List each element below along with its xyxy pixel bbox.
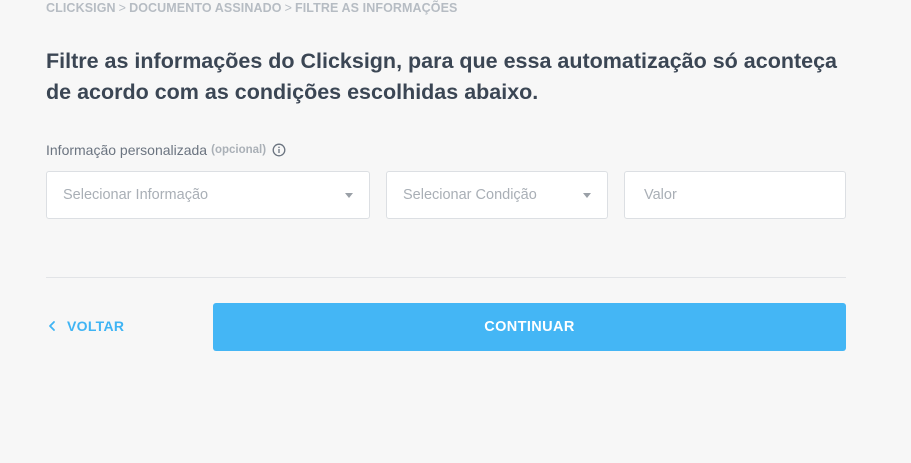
caret-down-icon: [583, 192, 591, 198]
breadcrumb-separator: >: [118, 1, 127, 15]
back-button[interactable]: VOLTAR: [46, 316, 124, 336]
breadcrumb-separator: >: [284, 1, 292, 15]
select-information-placeholder: Selecionar Informação: [63, 187, 209, 203]
filter-page: CLICKSIGN > DOCUMENTO ASSINADO > FILTRE AS I…: [0, 0, 911, 463]
caret-down-icon: [345, 192, 353, 198]
page-title: Filtre as informações do Clicksign, para…: [46, 49, 837, 104]
optional-tag: (opcional): [211, 144, 267, 156]
select-information-dropdown[interactable]: Selecionar Informação: [46, 171, 370, 219]
select-condition-placeholder: Selecionar Condição: [403, 187, 537, 203]
chevron-left-icon: [46, 320, 58, 332]
breadcrumb: CLICKSIGN > DOCUMENTO ASSINADO > FILTRE AS I…: [46, 1, 458, 15]
divider: [46, 277, 846, 278]
value-input[interactable]: Valor: [624, 171, 846, 219]
value-placeholder: Valor: [644, 187, 677, 203]
info-circle-icon[interactable]: [272, 143, 286, 157]
filter-label-text: Informação personalizada: [46, 142, 208, 158]
breadcrumb-item-documento-assinado[interactable]: DOCUMENTO ASSINADO: [129, 1, 282, 15]
select-condition-dropdown[interactable]: Selecionar Condição: [386, 171, 608, 219]
continue-button[interactable]: CONTINUAR: [213, 303, 846, 351]
breadcrumb-item-filtre-as-informacoes: FILTRE AS INFORMAÇÕES: [294, 1, 458, 15]
breadcrumb-item-clicksign[interactable]: CLICKSIGN: [46, 1, 116, 15]
back-button-label: VOLTAR: [67, 318, 125, 334]
filter-label: Informação personalizada (opcional): [46, 142, 286, 158]
